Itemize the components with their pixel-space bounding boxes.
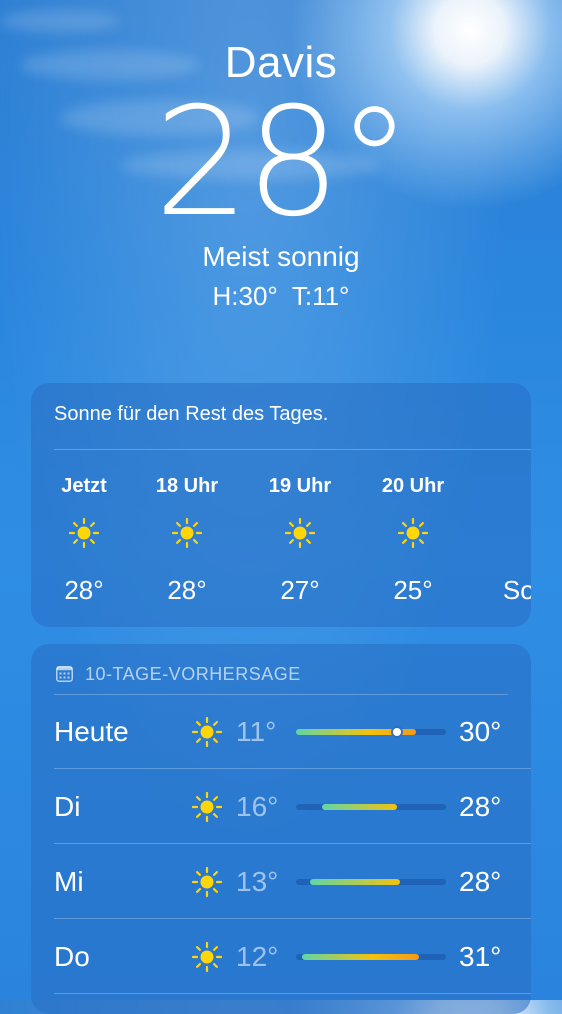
hour-temp: 25° xyxy=(393,575,433,605)
hour-time: 20 Uhr xyxy=(381,475,445,497)
hour-temp: 27° xyxy=(280,575,320,605)
low-temp: T:11° xyxy=(291,281,350,311)
forecast-row[interactable]: Mi 13° 28° xyxy=(54,844,531,919)
day-label: Do xyxy=(54,941,90,972)
high-temp: 28° xyxy=(459,791,502,822)
high-low: H:30° T:11° xyxy=(0,281,562,312)
hour-temp: 28° xyxy=(64,575,104,605)
sun-icon xyxy=(191,791,223,823)
sun-icon xyxy=(171,517,203,549)
day-label: Heute xyxy=(54,716,129,747)
temp-range-bar xyxy=(296,728,446,736)
hour-time: 19 Uhr xyxy=(268,475,332,497)
ten-day-forecast-card[interactable]: 10-TAGE-VORHERSAGE Heute 11° 30° Di 16° … xyxy=(31,644,531,1014)
forecast-title: 10-TAGE-VORHERSAGE xyxy=(85,664,301,684)
high-temp: 31° xyxy=(459,941,502,972)
divider xyxy=(54,993,531,994)
high-temp: 28° xyxy=(459,866,502,897)
high-temp: H:30° xyxy=(212,281,278,311)
sun-icon xyxy=(397,517,429,549)
temp-range-fill xyxy=(302,954,419,960)
hour-time: Jetzt xyxy=(61,475,107,497)
hour-time: 18 Uhr xyxy=(155,475,219,497)
sun-icon xyxy=(68,517,100,549)
sun-icon xyxy=(284,517,316,549)
calendar-icon xyxy=(56,666,73,682)
forecast-row[interactable]: Di 16° 28° xyxy=(54,769,531,844)
hour-temp: Son xyxy=(502,575,531,605)
sun-icon xyxy=(191,866,223,898)
temp-range-fill xyxy=(321,804,397,810)
condition-text: Meist sonnig xyxy=(202,241,360,272)
current-temp-dot xyxy=(392,728,401,736)
divider xyxy=(54,449,531,450)
sun-icon xyxy=(191,716,223,748)
hour-temp: 28° xyxy=(167,575,207,605)
day-label: Di xyxy=(54,791,81,822)
temp-range-bar xyxy=(296,804,446,810)
high-temp: 30° xyxy=(459,716,502,747)
hourly-scroll[interactable]: Jetzt 28° 18 Uhr 28° 19 Uhr 27° 20 Uhr 2… xyxy=(31,475,531,615)
hourly-forecast-card[interactable]: Sonne für den Rest des Tages. Jetzt 28° … xyxy=(31,383,531,627)
sun-icon xyxy=(191,941,223,973)
temp-range-bar xyxy=(296,954,446,960)
hourly-summary: Sonne für den Rest des Tages. xyxy=(54,403,329,425)
temp-range-bar xyxy=(296,879,446,885)
temp-range-fill xyxy=(309,879,400,885)
current-temperature: 28° xyxy=(154,76,412,250)
forecast-row[interactable]: Do 12° 31° xyxy=(54,919,531,994)
day-label: Mi xyxy=(54,866,84,897)
forecast-row[interactable]: Heute 11° 30° xyxy=(54,694,531,769)
